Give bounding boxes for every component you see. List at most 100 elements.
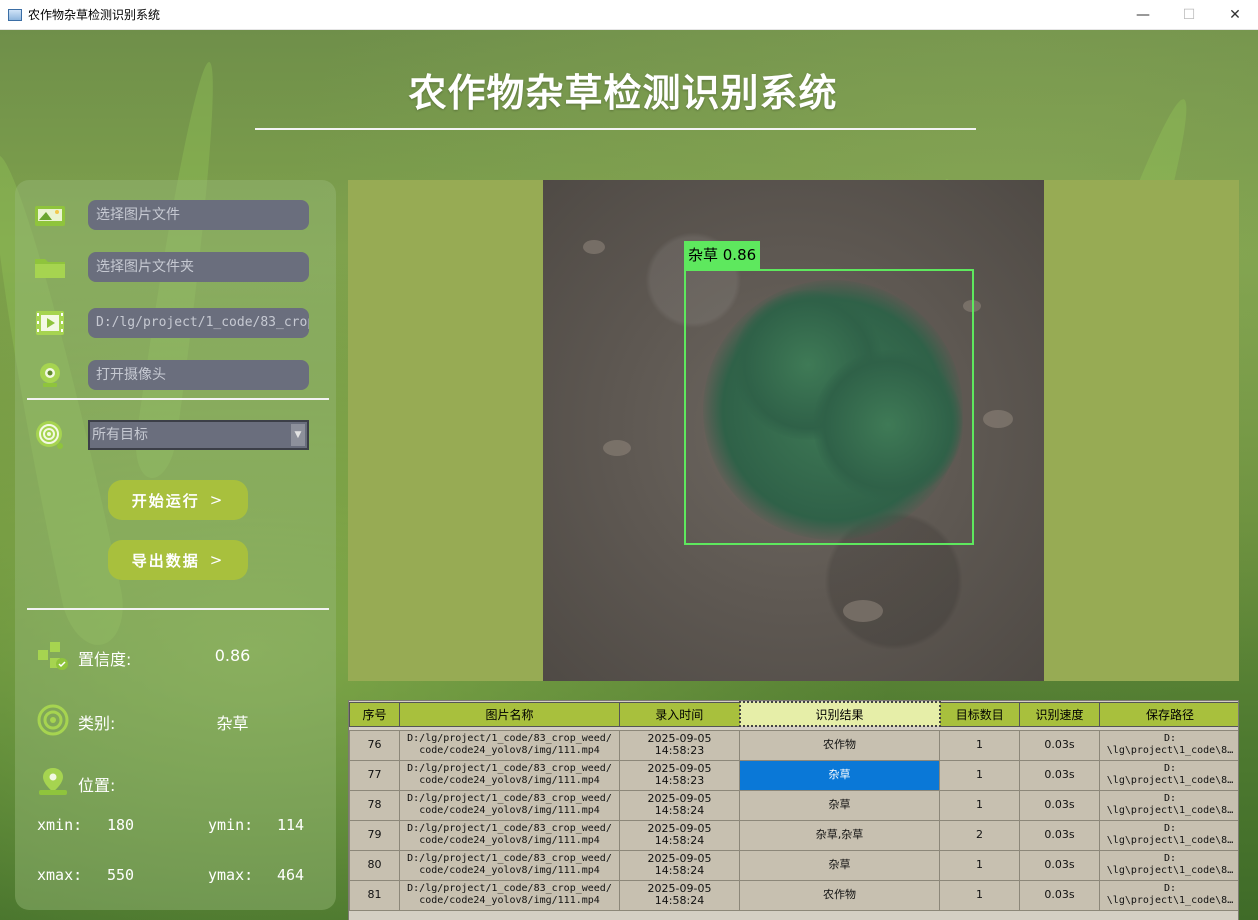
image-file-input[interactable]: 选择图片文件: [88, 200, 309, 230]
table-row[interactable]: 79 D:/lg/project/1_code/83_crop_weed/cod…: [349, 819, 1238, 851]
cell-count[interactable]: 1: [939, 759, 1020, 791]
cell-speed[interactable]: 0.03s: [1019, 819, 1100, 851]
cell-speed[interactable]: 0.03s: [1019, 879, 1100, 911]
cell-count-text: 1: [976, 858, 983, 871]
table-row[interactable]: 76 D:/lg/project/1_code/83_crop_weed/cod…: [349, 729, 1238, 761]
column-header-name[interactable]: 图片名称: [399, 701, 620, 727]
cell-id[interactable]: 76: [349, 729, 400, 761]
cell-clock: 14:58:24: [654, 804, 705, 817]
cell-result[interactable]: 杂草: [739, 789, 940, 821]
column-header-result[interactable]: 识别结果: [738, 701, 941, 727]
cell-id[interactable]: 81: [349, 879, 400, 911]
cell-time[interactable]: 2025-09-05 14:58:24: [619, 879, 740, 911]
cell-path[interactable]: D: \lg\project\1_code\8…: [1099, 759, 1238, 791]
cell-speed[interactable]: 0.03s: [1019, 759, 1100, 791]
cell-path[interactable]: D: \lg\project\1_code\8…: [1099, 819, 1238, 851]
cell-path[interactable]: D: \lg\project\1_code\8…: [1099, 849, 1238, 881]
table-header-row: 序号 图片名称 录入时间 识别结果 目标数目 识别速度 保存路径: [349, 701, 1238, 727]
cell-result[interactable]: 杂草: [739, 849, 940, 881]
position-label: 位置:: [78, 776, 116, 795]
cell-speed-text: 0.03s: [1044, 798, 1075, 811]
cell-name[interactable]: D:/lg/project/1_code/83_crop_weed/code/c…: [399, 729, 620, 761]
cell-name[interactable]: D:/lg/project/1_code/83_crop_weed/code/c…: [399, 819, 620, 851]
section-divider: [27, 608, 329, 610]
table-row[interactable]: 81 D:/lg/project/1_code/83_crop_weed/cod…: [349, 879, 1238, 911]
folder-icon[interactable]: [33, 252, 67, 282]
target-select-value: 所有目标: [92, 427, 148, 443]
cell-path-line1: D:: [1163, 793, 1177, 804]
cell-name[interactable]: D:/lg/project/1_code/83_crop_weed/code/c…: [399, 879, 620, 911]
cell-name-line2: code/code24_yolov8/img/111.mp4: [419, 775, 600, 786]
confidence-label: 置信度:: [78, 650, 132, 669]
cell-clock: 14:58:23: [654, 744, 705, 757]
cell-result-text: 杂草: [828, 858, 851, 871]
cell-path-line1: D:: [1163, 733, 1177, 744]
cell-path-line1: D:: [1163, 763, 1177, 774]
cell-count[interactable]: 1: [939, 849, 1020, 881]
camera-input[interactable]: 打开摄像头: [88, 360, 309, 390]
cell-path[interactable]: D: \lg\project\1_code\8…: [1099, 879, 1238, 911]
cell-count[interactable]: 1: [939, 789, 1020, 821]
cell-id[interactable]: 80: [349, 849, 400, 881]
column-header-speed[interactable]: 识别速度: [1019, 701, 1100, 727]
cell-time[interactable]: 2025-09-05 14:58:24: [619, 789, 740, 821]
chevron-down-icon[interactable]: ▼: [291, 424, 305, 446]
table-row[interactable]: 77 D:/lg/project/1_code/83_crop_weed/cod…: [349, 759, 1238, 791]
cell-path-line1: D:: [1163, 853, 1177, 864]
cell-name[interactable]: D:/lg/project/1_code/83_crop_weed/code/c…: [399, 789, 620, 821]
export-button[interactable]: 导出数据 >: [108, 540, 248, 580]
table-row[interactable]: 80 D:/lg/project/1_code/83_crop_weed/cod…: [349, 849, 1238, 881]
cell-id[interactable]: 78: [349, 789, 400, 821]
image-folder-input[interactable]: 选择图片文件夹: [88, 252, 309, 282]
xmax-value: 550: [107, 866, 135, 884]
cell-speed[interactable]: 0.03s: [1019, 729, 1100, 761]
cell-count-text: 1: [976, 798, 983, 811]
cell-result[interactable]: 农作物: [739, 879, 940, 911]
minimize-button[interactable]: —: [1120, 0, 1166, 30]
camera-row: 打开摄像头: [15, 360, 336, 392]
cell-speed[interactable]: 0.03s: [1019, 849, 1100, 881]
cell-id[interactable]: 77: [349, 759, 400, 791]
cell-result[interactable]: 杂草: [739, 759, 940, 791]
cell-count[interactable]: 2: [939, 819, 1020, 851]
cell-time[interactable]: 2025-09-05 14:58:24: [619, 819, 740, 851]
cell-id[interactable]: 79: [349, 819, 400, 851]
table-row[interactable]: 78 D:/lg/project/1_code/83_crop_weed/cod…: [349, 789, 1238, 821]
cell-count-text: 1: [976, 768, 983, 781]
target-select[interactable]: 所有目标 ▼: [88, 420, 309, 450]
cell-time[interactable]: 2025-09-05 14:58:23: [619, 759, 740, 791]
cell-id-text: 77: [367, 768, 382, 781]
cell-count[interactable]: 1: [939, 879, 1020, 911]
ymin-value: 114: [277, 816, 305, 834]
cell-name[interactable]: D:/lg/project/1_code/83_crop_weed/code/c…: [399, 849, 620, 881]
page-title: 农作物杂草检测识别系统: [408, 71, 838, 115]
column-header-path[interactable]: 保存路径: [1099, 701, 1238, 727]
image-file-icon[interactable]: [33, 200, 67, 230]
maximize-button[interactable]: ☐: [1166, 0, 1212, 30]
chevron-right-icon: >: [209, 551, 225, 569]
cell-time[interactable]: 2025-09-05 14:58:24: [619, 849, 740, 881]
cell-result[interactable]: 农作物: [739, 729, 940, 761]
column-header-id[interactable]: 序号: [349, 701, 400, 727]
cell-name-line1: D:/lg/project/1_code/83_crop_weed/: [407, 733, 612, 744]
cell-path-line2: \lg\project\1_code\8…: [1106, 835, 1234, 846]
cell-path[interactable]: D: \lg\project\1_code\8…: [1099, 789, 1238, 821]
cell-name[interactable]: D:/lg/project/1_code/83_crop_weed/code/c…: [399, 759, 620, 791]
webcam-icon[interactable]: [33, 360, 67, 390]
video-file-input[interactable]: D:/lg/project/1_code/83_crop_weed/code/c…: [88, 308, 309, 338]
results-table[interactable]: 序号 图片名称 录入时间 识别结果 目标数目 识别速度 保存路径 76 D:/l…: [348, 700, 1239, 920]
cell-clock: 14:58:24: [654, 894, 705, 907]
cell-speed[interactable]: 0.03s: [1019, 789, 1100, 821]
close-button[interactable]: ✕: [1212, 0, 1258, 30]
video-icon[interactable]: [33, 308, 67, 338]
column-header-time[interactable]: 录入时间: [619, 701, 740, 727]
cell-time[interactable]: 2025-09-05 14:58:23: [619, 729, 740, 761]
target-icon: [33, 420, 67, 450]
cell-result[interactable]: 杂草,杂草: [739, 819, 940, 851]
cell-name-line1: D:/lg/project/1_code/83_crop_weed/: [407, 763, 612, 774]
xmin-value: 180: [107, 816, 135, 834]
cell-path[interactable]: D: \lg\project\1_code\8…: [1099, 729, 1238, 761]
start-button[interactable]: 开始运行 >: [108, 480, 248, 520]
cell-count[interactable]: 1: [939, 729, 1020, 761]
column-header-count[interactable]: 目标数目: [939, 701, 1020, 727]
